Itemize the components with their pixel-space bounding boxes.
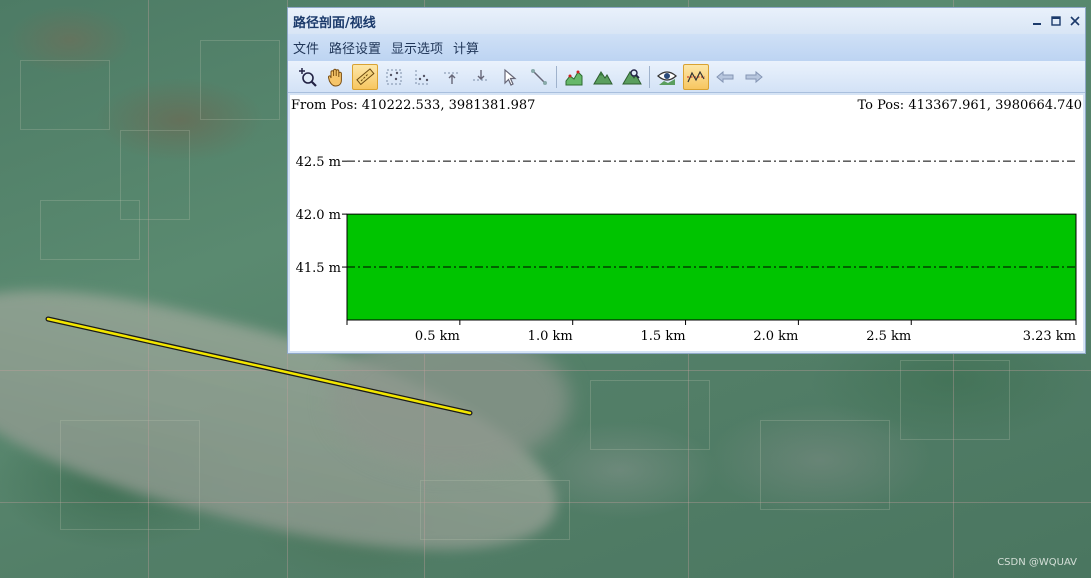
menu-file[interactable]: 文件 (293, 38, 319, 57)
line-tool-icon (531, 68, 547, 85)
profile-line-icon (687, 70, 705, 82)
menu-path-settings[interactable]: 路径设置 (329, 38, 381, 57)
step-forward-button[interactable] (741, 64, 767, 90)
zoom-in-button[interactable] (294, 64, 320, 90)
menu-calculate[interactable]: 计算 (453, 38, 479, 57)
arrow-left-icon (716, 70, 734, 83)
pan-hand-icon (327, 68, 342, 87)
arrow-right-icon (745, 70, 763, 83)
watermark: CSDN @WQUAV (997, 557, 1077, 568)
maximize-button[interactable] (1047, 12, 1065, 30)
vertical-align-top-icon (444, 72, 460, 84)
menu-display-options[interactable]: 显示选项 (391, 38, 443, 57)
terrain-profile-icon (565, 70, 583, 85)
mountain-icon (593, 70, 613, 84)
select-points-icon (386, 69, 402, 84)
toolbar-separator (649, 65, 650, 88)
zoom-in-icon (299, 67, 317, 87)
mountain-edit-icon (622, 68, 642, 84)
mountain-edit-button[interactable] (619, 64, 645, 90)
close-icon (1070, 16, 1080, 26)
align-top-button[interactable] (439, 64, 465, 90)
minimize-button[interactable] (1028, 12, 1046, 30)
point-cloud-icon (415, 69, 430, 84)
pointer-icon (504, 68, 517, 86)
align-bottom-button[interactable] (468, 64, 494, 90)
profile-line-button[interactable] (683, 63, 709, 90)
toolbar-separator (556, 65, 557, 88)
line-of-sight-button[interactable] (654, 64, 680, 90)
x-tick-label: 2.0 km (753, 329, 798, 344)
window-title: 路径剖面/视线 (293, 15, 376, 31)
point-cloud-button[interactable] (410, 64, 436, 90)
pointer-button[interactable] (497, 64, 523, 90)
y-tick-label: 42.0 m (296, 208, 341, 223)
close-button[interactable] (1066, 12, 1084, 30)
step-back-button[interactable] (712, 64, 738, 90)
profile-chart[interactable]: From Pos: 410222.533, 3981381.987 To Pos… (290, 95, 1083, 351)
line-tool-button[interactable] (526, 64, 552, 90)
maximize-icon (1051, 16, 1061, 26)
toolbar (288, 61, 1085, 93)
ruler-icon (356, 67, 375, 85)
minimize-icon (1033, 23, 1041, 25)
menu-bar: 文件 路径设置 显示选项 计算 (288, 34, 1085, 61)
measure-button[interactable] (352, 63, 378, 90)
profile-window[interactable]: 路径剖面/视线 文件 路径设置 显示选项 计算 From Pos: 410222… (287, 7, 1086, 354)
x-tick-label: 2.5 km (866, 329, 911, 344)
x-tick-label: 1.0 km (528, 329, 573, 344)
terrain-profile-button[interactable] (561, 64, 587, 90)
chart-canvas: 42.5 m 42.0 m 41.5 m 0.5 km 1.0 km 1.5 km 2.0 … (296, 155, 1077, 344)
x-tick-label: 1.5 km (641, 329, 686, 344)
x-tick-label: 0.5 km (415, 329, 460, 344)
mountain-button[interactable] (590, 64, 616, 90)
select-area-button[interactable] (381, 64, 407, 90)
x-tick-label: 3.23 km (1023, 329, 1076, 344)
y-tick-label: 41.5 m (296, 261, 341, 276)
line-of-sight-eye-icon (657, 70, 677, 85)
pan-button[interactable] (323, 64, 349, 90)
y-tick-label: 42.5 m (296, 155, 341, 170)
vertical-align-bottom-icon (473, 69, 489, 80)
window-titlebar[interactable]: 路径剖面/视线 (288, 8, 1085, 34)
